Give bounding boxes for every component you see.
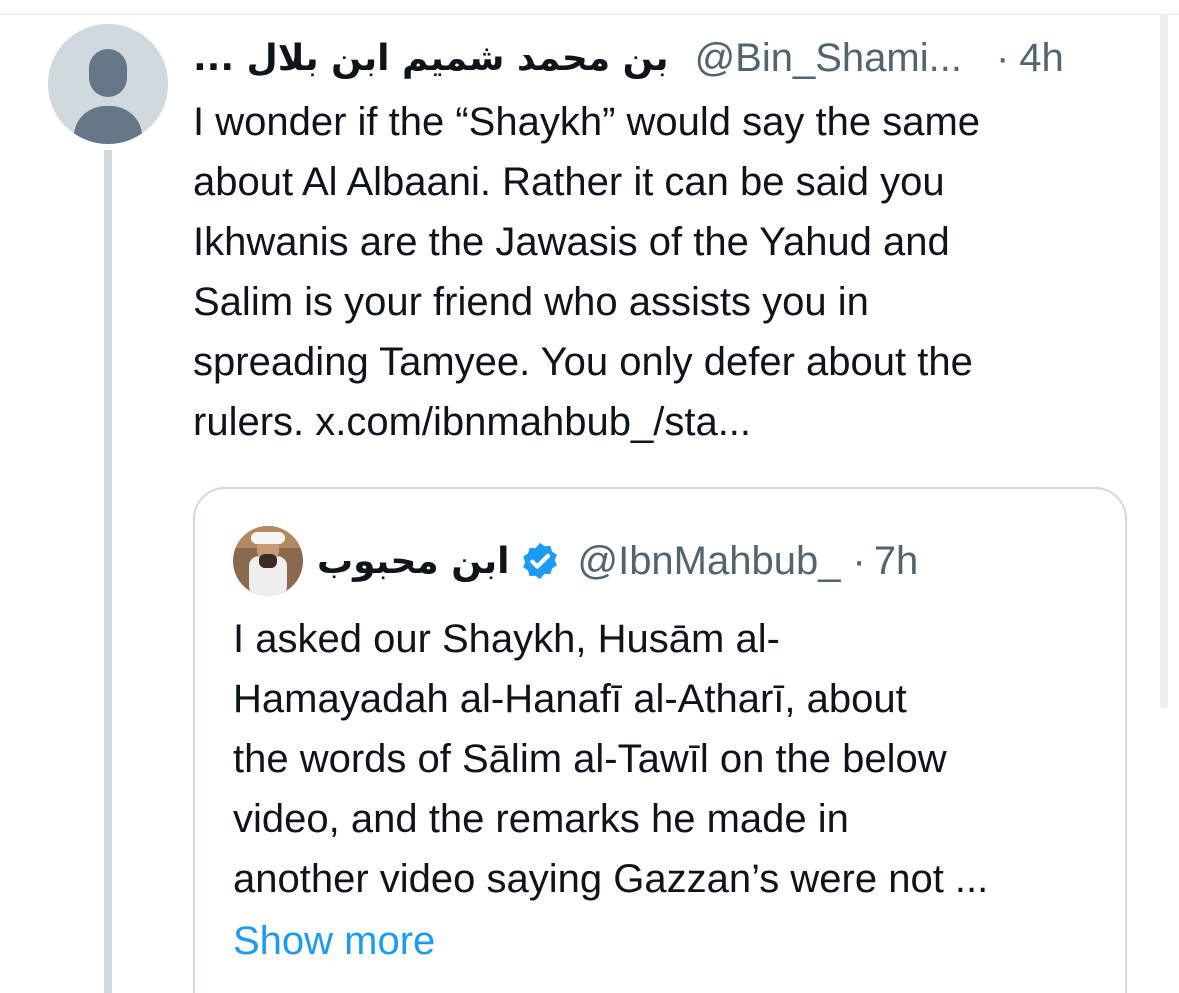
quoted-tweet-card[interactable]: ابن محبوب @IbnMahbub_ · 7h I asked our S… (193, 487, 1127, 993)
quoted-tweet-timestamp[interactable]: 7h (874, 539, 919, 584)
default-avatar-icon (48, 24, 168, 144)
quoted-author-avatar[interactable] (233, 526, 303, 596)
avatar-photo-icon (233, 526, 303, 596)
top-divider (0, 14, 1179, 15)
scrollbar[interactable] (1160, 14, 1168, 709)
separator-dot: · (995, 35, 1010, 80)
quoted-tweet-text: I asked our Shaykh, Husām al- Hamayadah … (233, 617, 989, 901)
quoted-tweet-header: ابن محبوب @IbnMahbub_ · 7h (233, 523, 918, 599)
tweet-text: I wonder if the “Shaykh” would say the s… (193, 100, 981, 444)
tweet-page: بن محمد شميم ابن بلال ... @Bin_Shami... … (0, 0, 1179, 993)
quoted-author-handle[interactable]: @IbnMahbub_ (577, 539, 840, 584)
verified-badge-icon (523, 542, 558, 580)
avatar[interactable] (48, 24, 168, 144)
show-more-link[interactable]: Show more (233, 911, 435, 971)
tweet-timestamp[interactable]: 4h (1019, 36, 1064, 81)
thread-line (104, 150, 112, 993)
quoted-separator-dot: · (852, 538, 866, 583)
tweet-header: بن محمد شميم ابن بلال ... @Bin_Shami... … (193, 30, 1113, 86)
author-name[interactable]: بن محمد شميم ابن بلال ... (193, 38, 669, 79)
author-handle[interactable]: @Bin_Shami... (695, 36, 962, 81)
quoted-author-name[interactable]: ابن محبوب (317, 541, 509, 582)
